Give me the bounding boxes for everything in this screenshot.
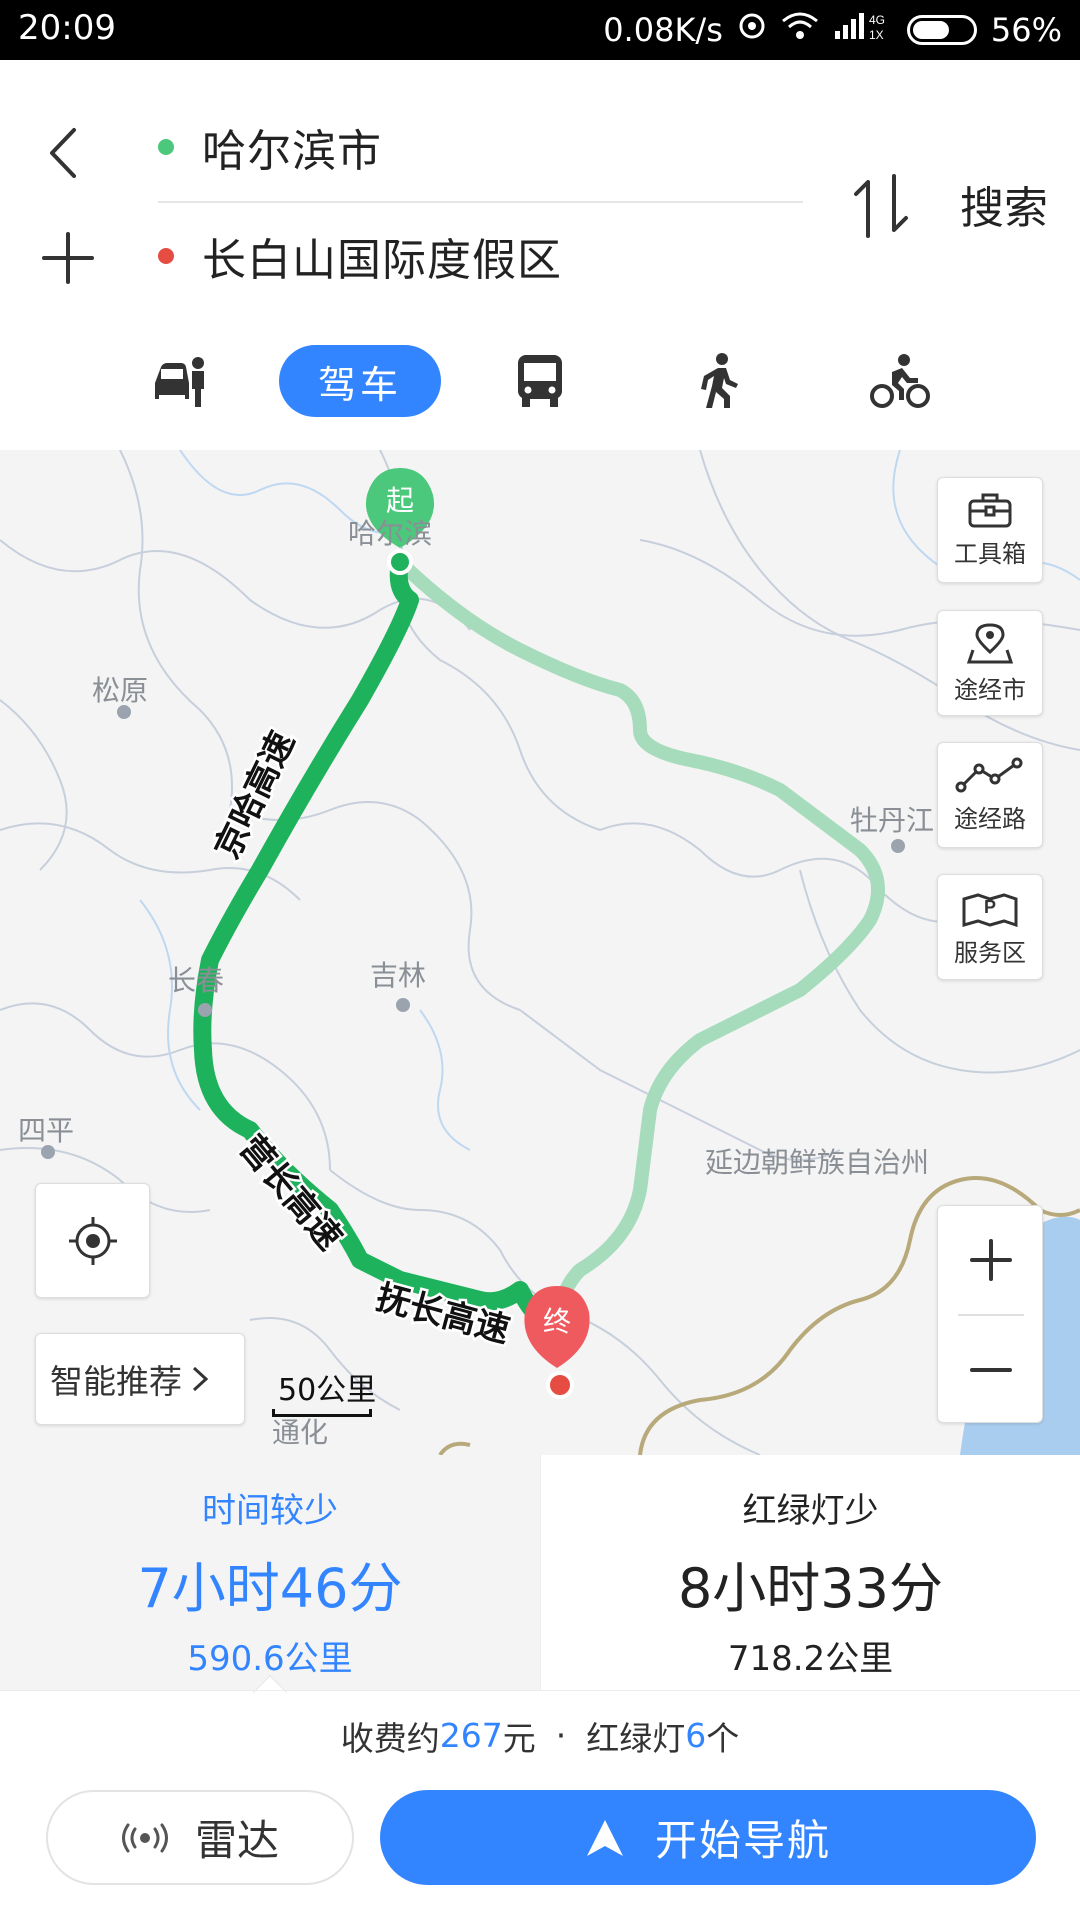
smart-recommend-button[interactable]: 智能推荐 xyxy=(35,1333,245,1425)
parking-map-icon: P xyxy=(962,892,1018,927)
route-distance: 718.2公里 xyxy=(727,1639,894,1679)
net-speed: 0.08K/s xyxy=(603,11,723,49)
route-tag: 时间较少 xyxy=(202,1491,338,1531)
city-siping: 四平 xyxy=(18,1114,74,1147)
chevron-right-icon xyxy=(192,1366,209,1392)
city-harbin: 哈尔滨 xyxy=(348,517,432,550)
route-duration: 8小时33分 xyxy=(677,1557,944,1620)
smart-recommend-label: 智能推荐 xyxy=(50,1362,182,1401)
radar-button[interactable]: 雷达 xyxy=(46,1790,354,1885)
add-stop-icon[interactable] xyxy=(38,228,98,288)
via-city-button[interactable]: 途经市 xyxy=(937,610,1043,716)
plus-icon xyxy=(970,1239,1012,1281)
bike-icon xyxy=(870,354,930,408)
tab-taxi[interactable] xyxy=(150,345,210,417)
service-area-button[interactable]: P 服务区 xyxy=(937,874,1043,980)
via-city-label: 途经市 xyxy=(954,675,1026,704)
origin-row[interactable]: 哈尔滨市 xyxy=(158,117,382,177)
map-scale: 50公里 xyxy=(272,1365,376,1417)
origin-text: 哈尔滨市 xyxy=(202,126,382,177)
summary-separator: · xyxy=(555,1716,567,1755)
tab-bus[interactable] xyxy=(515,345,565,417)
search-button[interactable]: 搜索 xyxy=(960,172,1048,236)
battery-level: 56% xyxy=(990,11,1062,49)
toll-unit: 元 xyxy=(502,1718,536,1758)
destination-text: 长白山国际度假区 xyxy=(202,235,562,286)
via-road-label: 途经路 xyxy=(954,804,1026,833)
tab-walk[interactable] xyxy=(695,345,745,417)
origin-dot xyxy=(158,139,174,155)
lights-value: 6 xyxy=(685,1716,707,1755)
zoom-in-button[interactable] xyxy=(938,1206,1044,1314)
zoom-out-button[interactable] xyxy=(938,1316,1044,1424)
route-options: 时间较少 7小时46分 590.6公里 红绿灯少 8小时33分 718.2公里 xyxy=(0,1455,1080,1690)
status-icons: 0.08K/s 4G 1X 56% xyxy=(603,8,1062,52)
bus-icon xyxy=(518,355,562,407)
destination-dot xyxy=(158,248,174,264)
via-road-button[interactable]: 途经路 xyxy=(937,742,1043,848)
start-navigation-label: 开始导航 xyxy=(654,1816,831,1865)
locate-icon xyxy=(68,1216,117,1265)
radar-icon xyxy=(121,1823,168,1852)
tab-bike[interactable] xyxy=(870,345,930,417)
tab-driving[interactable]: 驾车 xyxy=(279,345,441,417)
route-summary: 收费约 267 元 · 红绿灯 6 个 xyxy=(0,1690,1080,1780)
road-label-jingha: 京哈高速 xyxy=(207,725,303,865)
service-area-label: 服务区 xyxy=(954,938,1026,967)
destination-row[interactable]: 长白山国际度假区 xyxy=(158,226,562,286)
city-yanbian: 延边朝鲜族自治州 xyxy=(705,1146,929,1179)
network-type: 4G xyxy=(869,13,885,27)
lights-unit: 个 xyxy=(706,1718,740,1758)
end-marker[interactable]: 终 xyxy=(524,1286,590,1399)
route-distance: 590.6公里 xyxy=(187,1639,353,1679)
end-marker-label: 终 xyxy=(543,1305,571,1338)
route-option-fastest[interactable]: 时间较少 7小时46分 590.6公里 xyxy=(0,1455,540,1690)
city-changchun: 长春 xyxy=(168,964,224,997)
navigation-arrow-icon xyxy=(586,1819,623,1856)
scale-bar xyxy=(272,1409,372,1417)
pin-icon xyxy=(967,622,1013,663)
svg-text:P: P xyxy=(984,897,996,917)
route-map[interactable]: 起 终 哈尔滨 松原 牡丹江 长春 吉林 四平 延边朝鲜族自治州 通化 京哈高速… xyxy=(0,450,1080,1455)
network-sub: 1X xyxy=(869,28,884,41)
swap-icon[interactable] xyxy=(850,172,912,240)
scale-label: 50公里 xyxy=(278,1373,377,1408)
travel-mode-tabs: 驾车 xyxy=(0,345,1080,435)
wifi-icon xyxy=(781,11,819,49)
signal-icon: 4G 1X xyxy=(833,11,893,49)
toll-prefix: 收费约 xyxy=(340,1718,440,1758)
radar-label: 雷达 xyxy=(194,1816,279,1865)
locate-button[interactable] xyxy=(35,1183,150,1298)
start-navigation-button[interactable]: 开始导航 xyxy=(380,1790,1036,1885)
route-duration: 7小时46分 xyxy=(137,1557,403,1620)
toolbox-icon xyxy=(968,493,1012,527)
city-tonghua: 通化 xyxy=(272,1416,328,1449)
route-header: 哈尔滨市 长白山国际度假区 搜索 驾车 xyxy=(0,60,1080,450)
road-label-yingchang: 营长高速 xyxy=(231,1128,349,1258)
hotspot-icon xyxy=(737,11,767,49)
battery-icon xyxy=(906,15,977,45)
toolbox-button[interactable]: 工具箱 xyxy=(937,477,1043,583)
start-marker-label: 起 xyxy=(386,484,414,517)
back-arrow-icon[interactable] xyxy=(40,118,100,188)
route-line-icon xyxy=(955,757,1023,792)
zoom-controls xyxy=(937,1205,1043,1423)
taxi-person-icon xyxy=(155,357,204,407)
city-mudanjiang: 牡丹江 xyxy=(850,804,934,837)
status-time: 20:09 xyxy=(18,8,116,48)
city-jilin: 吉林 xyxy=(370,959,426,992)
walk-icon xyxy=(701,353,738,408)
toolbox-label: 工具箱 xyxy=(954,539,1026,568)
route-tag: 红绿灯少 xyxy=(742,1491,879,1531)
map-canvas: 起 终 哈尔滨 松原 牡丹江 长春 吉林 四平 延边朝鲜族自治州 通化 京哈高速… xyxy=(0,450,1080,1455)
city-songyuan: 松原 xyxy=(92,674,148,707)
route-option-fewer-lights[interactable]: 红绿灯少 8小时33分 718.2公里 xyxy=(540,1455,1080,1690)
stop-divider xyxy=(158,201,803,203)
lights-prefix: 红绿灯 xyxy=(586,1718,686,1758)
toll-value: 267 xyxy=(439,1716,503,1755)
minus-icon xyxy=(970,1368,1012,1372)
status-bar: 20:09 0.08K/s 4G 1X 56% xyxy=(0,0,1080,60)
